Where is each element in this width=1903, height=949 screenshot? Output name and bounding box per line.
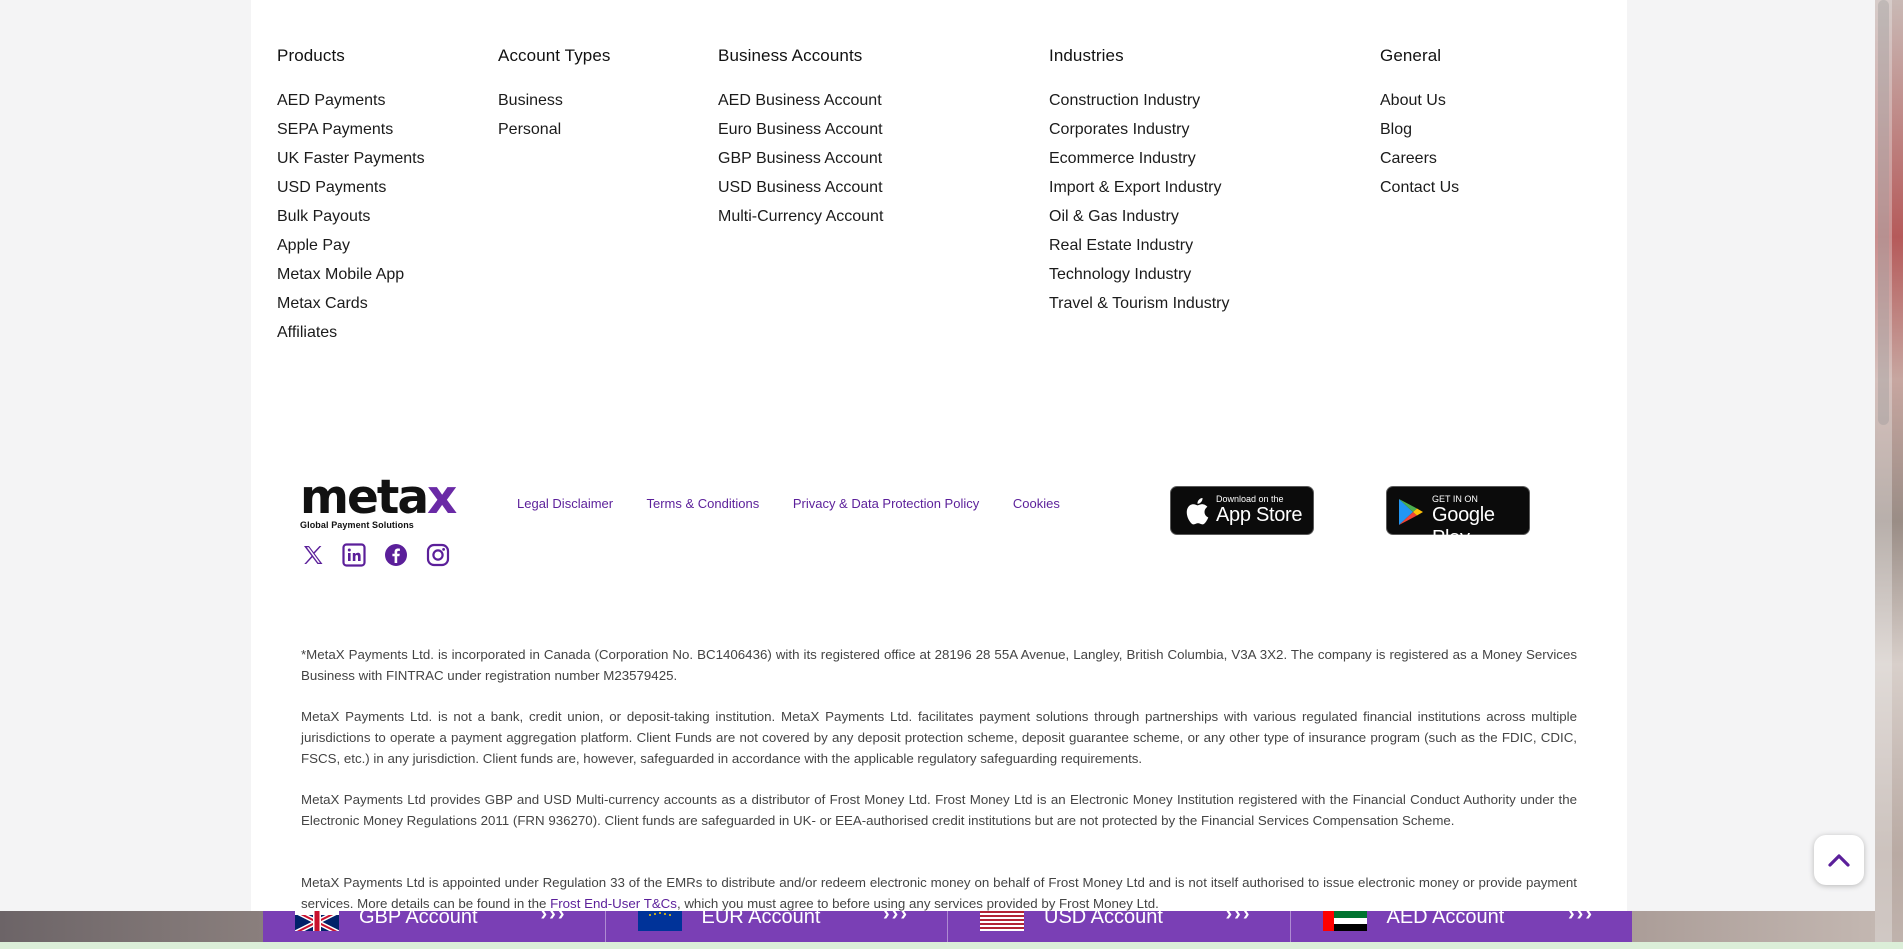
footer-link[interactable]: Multi-Currency Account xyxy=(718,202,883,231)
disclaimer-incorporation: *MetaX Payments Ltd. is incorporated in … xyxy=(301,647,1577,683)
footer-link[interactable]: Apple Pay xyxy=(277,231,425,260)
account-bar-label: USD Account xyxy=(1044,911,1163,928)
background-photo-strip xyxy=(0,911,263,942)
chevrons-right-icon: ››› xyxy=(883,911,909,925)
footer-link[interactable]: Corporates Industry xyxy=(1049,115,1230,144)
footer-link[interactable]: USD Payments xyxy=(277,173,425,202)
uae-flag-icon xyxy=(1322,911,1367,931)
column-heading: Account Types xyxy=(498,46,611,65)
app-store-big-text: App Store xyxy=(1216,504,1303,526)
chevrons-right-icon: ››› xyxy=(1568,911,1594,925)
disclaimer-frost-money: MetaX Payments Ltd provides GBP and USD … xyxy=(301,792,1577,828)
footer-link[interactable]: Technology Industry xyxy=(1049,260,1230,289)
footer-link[interactable]: Metax Mobile App xyxy=(277,260,425,289)
facebook-icon[interactable] xyxy=(384,543,408,567)
footer-link[interactable]: Oil & Gas Industry xyxy=(1049,202,1230,231)
instagram-icon[interactable] xyxy=(426,543,450,567)
footer-column-account-types: Account Types Business Personal xyxy=(498,46,611,144)
footer-column-general: General About Us Blog Careers Contact Us xyxy=(1380,46,1459,202)
google-play-icon xyxy=(1396,497,1426,532)
footer-column-business-accounts: Business Accounts AED Business Account E… xyxy=(718,46,883,231)
chevron-up-icon xyxy=(1827,849,1851,876)
footer-link[interactable]: AED Business Account xyxy=(718,86,883,115)
footer-link[interactable]: Contact Us xyxy=(1380,173,1459,202)
footer-link[interactable]: About Us xyxy=(1380,86,1459,115)
footer-link[interactable]: Travel & Tourism Industry xyxy=(1049,289,1230,318)
scrollbar-thumb[interactable] xyxy=(1878,0,1889,425)
footer-link[interactable]: Ecommerce Industry xyxy=(1049,144,1230,173)
us-flag-icon xyxy=(980,911,1024,931)
disclaimer-text: , which you must agree to before using a… xyxy=(676,896,1159,911)
chevrons-right-icon: ››› xyxy=(1225,911,1252,925)
x-icon[interactable] xyxy=(301,543,325,567)
footer-link[interactable]: Bulk Payouts xyxy=(277,202,425,231)
apple-icon xyxy=(1183,496,1209,531)
chevrons-right-icon: ››› xyxy=(540,911,567,925)
column-heading: Products xyxy=(277,46,345,65)
account-bar-label: GBP Account xyxy=(359,911,478,928)
column-heading: Business Accounts xyxy=(718,46,863,65)
footer-link[interactable]: Affiliates xyxy=(277,318,425,347)
linkedin-icon[interactable] xyxy=(342,543,366,567)
footer-link[interactable]: Blog xyxy=(1380,115,1459,144)
app-store-button[interactable]: Download on the App Store xyxy=(1170,486,1314,535)
footer-link[interactable]: Business xyxy=(498,86,611,115)
back-to-top-button[interactable] xyxy=(1814,835,1864,885)
metax-logo[interactable]: metax Global Payment Solutions xyxy=(300,474,457,530)
column-heading: General xyxy=(1380,46,1442,65)
footer-link[interactable]: Metax Cards xyxy=(277,289,425,318)
logo-x: x xyxy=(427,470,457,525)
account-bar-label: AED Account xyxy=(1386,911,1505,928)
frost-terms-link[interactable]: Frost End-User T&Cs xyxy=(550,896,677,911)
account-bar-label: EUR Account xyxy=(701,911,821,928)
footer-link[interactable]: SEPA Payments xyxy=(277,115,425,144)
app-store-small-text: Download on the xyxy=(1216,494,1284,504)
google-play-big-text: Google Play xyxy=(1432,504,1495,549)
background-photo-strip xyxy=(1632,911,1875,942)
footer-link[interactable]: Import & Export Industry xyxy=(1049,173,1230,202)
disclaimer-not-a-bank: MetaX Payments Ltd. is not a bank, credi… xyxy=(301,709,1577,766)
footer-column-products: Products AED Payments SEPA Payments UK F… xyxy=(277,46,425,347)
footer-column-industries: Industries Construction Industry Corpora… xyxy=(1049,46,1230,318)
terms-conditions-link[interactable]: Terms & Conditions xyxy=(646,496,759,511)
footer-link[interactable]: UK Faster Payments xyxy=(277,144,425,173)
footer-link[interactable]: Real Estate Industry xyxy=(1049,231,1230,260)
footer-link[interactable]: Careers xyxy=(1380,144,1459,173)
footer-link[interactable]: Personal xyxy=(498,115,611,144)
footer-link[interactable]: Euro Business Account xyxy=(718,115,883,144)
cookies-link[interactable]: Cookies xyxy=(1013,496,1060,511)
footer-link[interactable]: AED Payments xyxy=(277,86,425,115)
column-heading: Industries xyxy=(1049,46,1124,65)
uk-flag-icon xyxy=(293,911,341,936)
footer-link[interactable]: GBP Business Account xyxy=(718,144,883,173)
footer-link[interactable]: Construction Industry xyxy=(1049,86,1230,115)
privacy-policy-link[interactable]: Privacy & Data Protection Policy xyxy=(793,496,979,511)
logo-wordmark: meta xyxy=(300,470,429,525)
google-play-small-text: GET IN ON xyxy=(1432,494,1478,504)
legal-links: Legal Disclaimer Terms & Conditions Priv… xyxy=(517,496,1090,511)
google-play-button[interactable]: GET IN ON Google Play xyxy=(1386,486,1530,549)
eu-flag-icon xyxy=(637,911,682,931)
browser-status-strip xyxy=(0,942,1903,949)
legal-disclaimer-link[interactable]: Legal Disclaimer xyxy=(517,496,613,511)
footer-link[interactable]: USD Business Account xyxy=(718,173,883,202)
disclaimer-regulation-33: MetaX Payments Ltd is appointed under Re… xyxy=(301,872,1577,914)
